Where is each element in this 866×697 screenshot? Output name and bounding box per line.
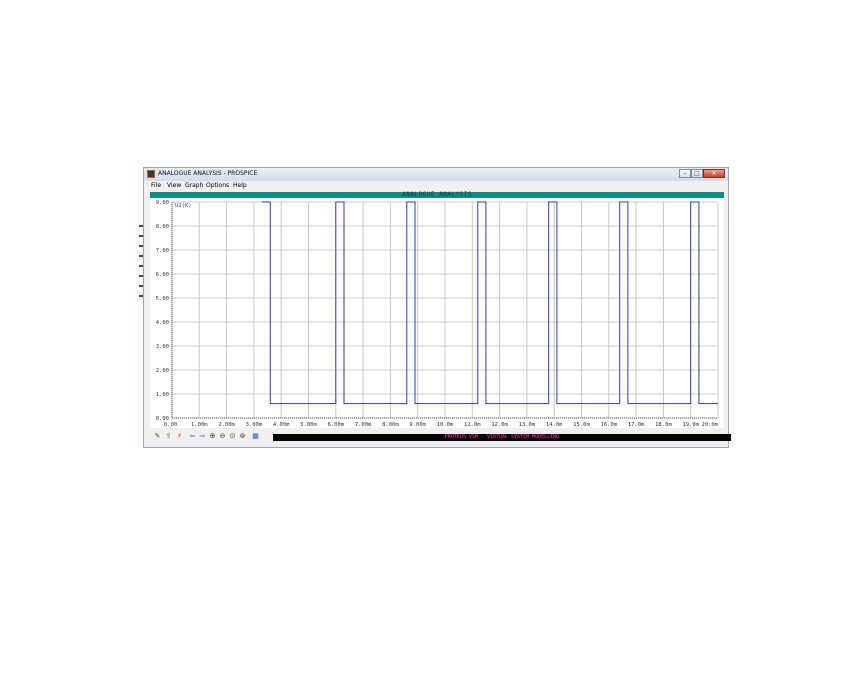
minimize-button[interactable]: – bbox=[679, 169, 691, 178]
window-title: ANALOGUE ANALYSIS - PROSPICE bbox=[158, 170, 258, 177]
x-tick-label: 2.00m bbox=[218, 422, 235, 428]
arrow-right-icon[interactable]: ⇨ bbox=[198, 432, 207, 441]
y-tick-label: 1.00 bbox=[156, 392, 169, 398]
x-tick-label: 4.00m bbox=[273, 422, 290, 428]
graph-toolbar: ✎ ⇪ ⚡ ⇦ ⇨ ⊕ ⊖ ⊙ ⊚ ▦ PROTEUS VSM - VIRTUAL SYSTEM … bbox=[150, 430, 731, 443]
x-tick-label: 1.00m bbox=[191, 422, 208, 428]
x-tick-label: 6.00m bbox=[328, 422, 345, 428]
title-bar[interactable]: ANALOGUE ANALYSIS - PROSPICE – □ ✕ bbox=[144, 168, 728, 181]
x-tick-label: 0.00 bbox=[164, 422, 177, 428]
x-tick-label: 3.00m bbox=[246, 422, 263, 428]
menu-options[interactable]: Options bbox=[206, 182, 229, 190]
x-tick-label: 17.0m bbox=[628, 422, 645, 428]
menu-help[interactable]: Help bbox=[233, 182, 247, 190]
maximize-button[interactable]: □ bbox=[691, 169, 703, 178]
x-tick-label: 9.00m bbox=[409, 422, 426, 428]
menu-view[interactable]: View bbox=[167, 182, 181, 190]
edit-graph-icon[interactable]: ✎ bbox=[153, 432, 162, 441]
status-text: PROTEUS VSM - VIRTUAL SYSTEM MODELLING bbox=[444, 434, 560, 440]
analogue-analysis-window: ANALOGUE ANALYSIS - PROSPICE – □ ✕ File … bbox=[143, 167, 731, 448]
x-tick-label: 16.0m bbox=[601, 422, 618, 428]
graph-view-icon[interactable]: ▦ bbox=[251, 432, 260, 441]
y-tick-label: 7.00 bbox=[156, 248, 169, 254]
analogue-graph[interactable]: 0.00 1.00 2.00 3.00 4.00 5.00 6.00 7.00 8.00 9.00… bbox=[150, 198, 724, 428]
menu-graph[interactable]: Graph bbox=[185, 182, 203, 190]
x-tick-label: 13.0m bbox=[519, 422, 536, 428]
x-tick-label: 10.0m bbox=[437, 422, 454, 428]
x-tick-label: 5.00m bbox=[300, 422, 317, 428]
y-tick-label: 3.00 bbox=[156, 344, 169, 350]
plot-area[interactable]: 0.00 1.00 2.00 3.00 4.00 5.00 6.00 7.00 8.00 9.00… bbox=[150, 198, 724, 428]
simulate-icon[interactable]: ⚡ bbox=[175, 432, 184, 441]
x-tick-label: 19.0m bbox=[682, 422, 699, 428]
x-tick-label: 15.0m bbox=[573, 422, 590, 428]
y-tick-label: 4.00 bbox=[156, 320, 169, 326]
zoom-all-icon[interactable]: ⊙ bbox=[228, 432, 237, 441]
y-tick-label: 8.00 bbox=[156, 224, 169, 230]
arrow-left-icon[interactable]: ⇦ bbox=[188, 432, 197, 441]
x-tick-label: 18.0m bbox=[655, 422, 672, 428]
y-tick-label: 6.00 bbox=[156, 272, 169, 278]
x-tick-label: 12.0m bbox=[491, 422, 508, 428]
zoom-area-icon[interactable]: ⊚ bbox=[238, 432, 247, 441]
x-tick-label: 11.0m bbox=[464, 422, 481, 428]
menu-file[interactable]: File bbox=[151, 182, 161, 190]
x-tick-label: 7.00m bbox=[355, 422, 372, 428]
y-tick-label: 9.00 bbox=[156, 200, 169, 206]
zoom-out-icon[interactable]: ⊖ bbox=[218, 432, 227, 441]
close-button[interactable]: ✕ bbox=[703, 169, 725, 178]
x-tick-label: 14.0m bbox=[546, 422, 563, 428]
series-line bbox=[262, 201, 718, 405]
x-tick-label: 8.00m bbox=[382, 422, 399, 428]
add-trace-icon[interactable]: ⇪ bbox=[164, 432, 173, 441]
menu-bar: File View Graph Options Help bbox=[144, 181, 728, 191]
zoom-in-icon[interactable]: ⊕ bbox=[208, 432, 217, 441]
series-label: U2(K) bbox=[175, 203, 192, 209]
status-bar: PROTEUS VSM - VIRTUAL SYSTEM MODELLING bbox=[273, 434, 731, 441]
y-tick-label: 5.00 bbox=[156, 296, 169, 302]
app-icon bbox=[147, 170, 155, 178]
y-tick-label: 2.00 bbox=[156, 368, 169, 374]
x-tick-label: 20.0m bbox=[701, 422, 718, 428]
